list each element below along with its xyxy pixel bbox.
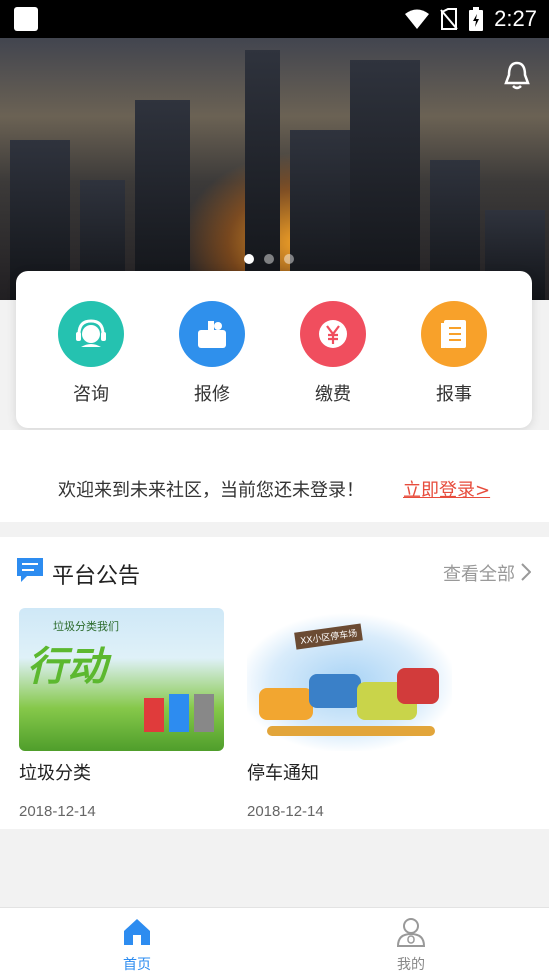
- carousel-dot[interactable]: [244, 254, 254, 264]
- service-payment[interactable]: 缴费: [293, 301, 373, 406]
- service-label: 咨询: [73, 384, 109, 405]
- banner-carousel[interactable]: [0, 38, 549, 300]
- section-title: 平台公告: [52, 564, 141, 589]
- tab-label: 首页: [123, 957, 151, 973]
- welcome-section: 欢迎来到未来社区，当前您还未登录！ 立即登录>: [0, 430, 549, 522]
- service-consult[interactable]: 咨询: [51, 301, 131, 406]
- service-repair[interactable]: 报修: [172, 301, 252, 406]
- toolbox-icon: [198, 321, 226, 348]
- carousel-dots: [244, 254, 294, 264]
- news-date: 2018-12-14: [19, 803, 96, 820]
- service-label: 缴费: [315, 384, 351, 405]
- news-card-garbage[interactable]: 垃圾分类我们 行动 垃圾分类 2018-12-14: [19, 608, 224, 820]
- service-icon-circle: [300, 301, 366, 367]
- carousel-dot[interactable]: [284, 254, 294, 264]
- notification-icon: [14, 7, 38, 31]
- tab-label: 我的: [397, 957, 425, 973]
- status-icons: 2:27: [404, 0, 537, 38]
- image-caption: 行动: [27, 644, 107, 690]
- service-label: 报事: [436, 384, 472, 405]
- chevron-right-icon[interactable]: [521, 563, 531, 581]
- image-caption: XX小区停车场: [294, 623, 364, 650]
- news-date: 2018-12-14: [247, 803, 324, 820]
- bell-icon[interactable]: [503, 60, 531, 92]
- welcome-message: 欢迎来到未来社区，当前您还未登录！: [58, 480, 364, 501]
- user-icon: [396, 918, 426, 947]
- image-caption: 垃圾分类我们: [53, 620, 119, 633]
- notes-icon: [441, 320, 466, 348]
- bottom-tab-bar: 首页 我的: [0, 907, 549, 976]
- news-title: 停车通知: [247, 763, 319, 784]
- no-sim-icon: [440, 8, 458, 30]
- news-title: 垃圾分类: [19, 763, 91, 784]
- news-card-parking[interactable]: XX小区停车场 停车通知 2018-12-14: [247, 608, 452, 820]
- clock: 2:27: [494, 6, 537, 31]
- carousel-dot[interactable]: [264, 254, 274, 264]
- service-report[interactable]: 报事: [414, 301, 494, 406]
- wifi-icon: [405, 9, 430, 29]
- news-image[interactable]: XX小区停车场: [247, 608, 452, 751]
- view-all-link[interactable]: 查看全部: [443, 560, 515, 586]
- service-icon-circle: [421, 301, 487, 367]
- announcement-icon: [17, 558, 43, 582]
- yen-icon: [319, 320, 347, 348]
- service-label: 报修: [194, 384, 230, 405]
- news-image[interactable]: 垃圾分类我们 行动: [19, 608, 224, 751]
- service-icon-circle: [58, 301, 124, 367]
- status-bar: 2:27: [0, 0, 549, 38]
- headset-icon: [76, 319, 106, 347]
- home-icon: [124, 919, 150, 945]
- tab-home[interactable]: 首页: [87, 916, 187, 974]
- service-icon-circle: [179, 301, 245, 367]
- battery-icon: [469, 7, 484, 31]
- tab-mine[interactable]: 我的: [361, 916, 461, 974]
- login-link[interactable]: 立即登录>: [403, 476, 490, 502]
- announcements-section: 平台公告 查看全部 垃圾分类我们 行动 垃圾分类 2018-12-14 XX小区…: [0, 537, 549, 829]
- services-card: 咨询 报修 缴费 报事: [16, 271, 532, 428]
